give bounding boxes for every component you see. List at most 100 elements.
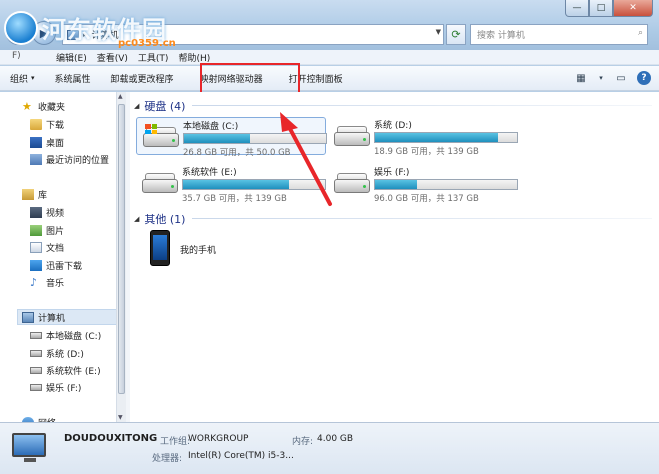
nav-desktop[interactable]: 桌面 <box>30 136 64 149</box>
view-options-icon[interactable]: ▦ <box>573 70 589 86</box>
drive-name: 系统软件 (E:) <box>182 168 237 178</box>
nav-libraries[interactable]: 库 <box>22 188 47 201</box>
windows-logo-icon <box>145 124 157 134</box>
search-placeholder: 搜索 计算机 <box>477 31 525 41</box>
refresh-icon: ⟳ <box>451 28 461 41</box>
drive-usage-fill <box>184 134 250 143</box>
hard-drive-icon <box>334 173 370 195</box>
system-drive-icon <box>143 124 179 149</box>
menu-tools[interactable]: 工具(T) <box>138 51 169 64</box>
device-tile-phone[interactable]: 我的手机 <box>146 230 246 270</box>
hard-drive-icon <box>30 332 42 339</box>
nav-recent-places[interactable]: 最近访问的位置 <box>30 153 109 166</box>
collapse-triangle-icon[interactable]: ◢ <box>134 102 139 110</box>
drive-usage-bar <box>374 179 518 190</box>
processor-label: 处理器: <box>152 454 183 464</box>
uninstall-program-button[interactable]: 卸载或更改程序 <box>101 66 184 91</box>
menu-file-fragment[interactable]: F) <box>12 51 21 61</box>
toolbar-right: ▦ ▾ ▭ ? <box>573 70 651 86</box>
drive-tile-e[interactable]: 系统软件 (E:) 35.7 GB 可用，共 139 GB <box>136 164 326 204</box>
collapse-triangle-icon[interactable]: ◢ <box>134 215 139 223</box>
refresh-button[interactable]: ⟳ <box>446 24 466 45</box>
open-control-panel-button[interactable]: 打开控制面板 <box>279 66 353 91</box>
desktop-icon <box>30 137 42 148</box>
nav-label: 收藏夹 <box>38 103 66 113</box>
breadcrumb-separator[interactable]: ▸ <box>83 30 88 40</box>
nav-pane-edge <box>0 92 16 422</box>
maximize-button[interactable]: □ <box>589 0 613 17</box>
nav-label: 最近访问的位置 <box>46 156 110 166</box>
nav-thunder-downloads[interactable]: 迅雷下载 <box>30 259 82 272</box>
minimize-button[interactable]: — <box>565 0 589 17</box>
group-other[interactable]: ◢ 其他 (1) <box>134 211 185 227</box>
breadcrumb-computer[interactable]: 计算机 <box>92 28 119 41</box>
system-properties-button[interactable]: 系统属性 <box>45 66 101 91</box>
nav-label: 迅雷下载 <box>46 262 83 272</box>
drive-usage-bar <box>183 133 327 144</box>
memory-value: 4.00 GB <box>317 434 354 444</box>
drive-tile-c[interactable]: 本地磁盘 (C:) 26.8 GB 可用，共 50.0 GB <box>136 117 327 158</box>
drive-free-space: 18.9 GB 可用，共 139 GB <box>374 147 479 157</box>
nav-downloads[interactable]: 下载 <box>30 118 64 131</box>
arrow-right-icon: ▶ <box>39 26 49 40</box>
hard-drive-icon <box>142 173 178 195</box>
nav-computer[interactable]: 计算机 <box>22 311 65 324</box>
hard-drive-icon <box>30 350 42 357</box>
nav-label: 娱乐 (F:) <box>46 384 82 394</box>
chevron-down-icon[interactable]: ▾ <box>597 70 605 86</box>
nav-arrows: ◀ ▶ <box>6 21 56 45</box>
drive-name: 本地磁盘 (C:) <box>183 122 239 132</box>
nav-drive-e[interactable]: 系统软件 (E:) <box>30 364 101 377</box>
close-button[interactable]: ✕ <box>613 0 653 17</box>
hard-drive-icon <box>334 126 370 148</box>
recent-places-icon <box>30 154 42 165</box>
nav-videos[interactable]: 视频 <box>30 206 64 219</box>
nav-scrollbar[interactable]: ▲ ▼ <box>116 92 126 422</box>
scroll-up-icon[interactable]: ▲ <box>118 93 123 100</box>
nav-label: 音乐 <box>46 279 65 289</box>
map-network-drive-button[interactable]: 映射网络驱动器 <box>184 66 279 91</box>
menu-bar: F) 编辑(E) 查看(V) 工具(T) 帮助(H) <box>0 50 659 65</box>
nav-music[interactable]: ♪ 音乐 <box>30 276 64 289</box>
drive-tile-d[interactable]: 系统 (D:) 18.9 GB 可用，共 139 GB <box>328 117 518 157</box>
workgroup-value: WORKGROUP <box>188 434 249 444</box>
command-bar: 组织 系统属性 卸载或更改程序 映射网络驱动器 打开控制面板 ▦ ▾ ▭ ? <box>0 66 659 91</box>
group-hard-disks[interactable]: ◢ 硬盘 (4) <box>134 98 185 114</box>
forward-button[interactable]: ▶ <box>32 21 56 45</box>
documents-library-icon <box>30 242 42 253</box>
music-note-icon: ♪ <box>30 276 38 289</box>
nav-pictures[interactable]: 图片 <box>30 224 64 237</box>
scrollbar-thumb[interactable] <box>118 104 125 394</box>
computer-name: DOUDOUXITONG <box>64 433 158 444</box>
help-icon[interactable]: ? <box>637 71 651 85</box>
nav-label: 系统 (D:) <box>46 350 84 360</box>
nav-drive-f[interactable]: 娱乐 (F:) <box>30 381 81 394</box>
drive-usage-fill <box>183 180 289 189</box>
menu-view[interactable]: 查看(V) <box>97 51 128 64</box>
organize-button[interactable]: 组织 <box>0 66 45 91</box>
chevron-down-icon[interactable]: ▼ <box>436 28 441 36</box>
scroll-down-icon[interactable]: ▼ <box>118 414 123 421</box>
watermark-url: pc0359.cn <box>118 38 176 49</box>
details-pane: DOUDOUXITONG 工作组: WORKGROUP 内存: 4.00 GB … <box>0 422 659 474</box>
nav-favorites[interactable]: ★ 收藏夹 <box>22 100 65 113</box>
search-icon[interactable]: ⌕ <box>638 28 643 38</box>
drive-usage-bar <box>374 132 518 143</box>
search-input[interactable]: 搜索 计算机 ⌕ <box>470 24 648 45</box>
nav-drive-c[interactable]: 本地磁盘 (C:) <box>30 329 101 342</box>
computer-large-icon <box>12 433 50 463</box>
thunder-download-icon <box>30 260 42 271</box>
back-button[interactable]: ◀ <box>6 21 30 45</box>
nav-documents[interactable]: 文档 <box>30 241 64 254</box>
nav-label: 计算机 <box>38 314 66 324</box>
nav-drive-d[interactable]: 系统 (D:) <box>30 347 84 360</box>
menu-help[interactable]: 帮助(H) <box>178 51 210 64</box>
drive-free-space: 35.7 GB 可用，共 139 GB <box>182 194 287 204</box>
drive-tile-f[interactable]: 娱乐 (F:) 96.0 GB 可用，共 137 GB <box>328 164 518 204</box>
nav-label: 桌面 <box>46 139 65 149</box>
preview-pane-icon[interactable]: ▭ <box>613 70 629 86</box>
content-pane: ◢ 硬盘 (4) 本地磁盘 (C:) 26.8 GB 可用，共 50.0 GB … <box>130 92 659 422</box>
menu-edit[interactable]: 编辑(E) <box>56 51 87 64</box>
drive-name: 娱乐 (F:) <box>374 168 410 178</box>
nav-label: 系统软件 (E:) <box>46 367 101 377</box>
